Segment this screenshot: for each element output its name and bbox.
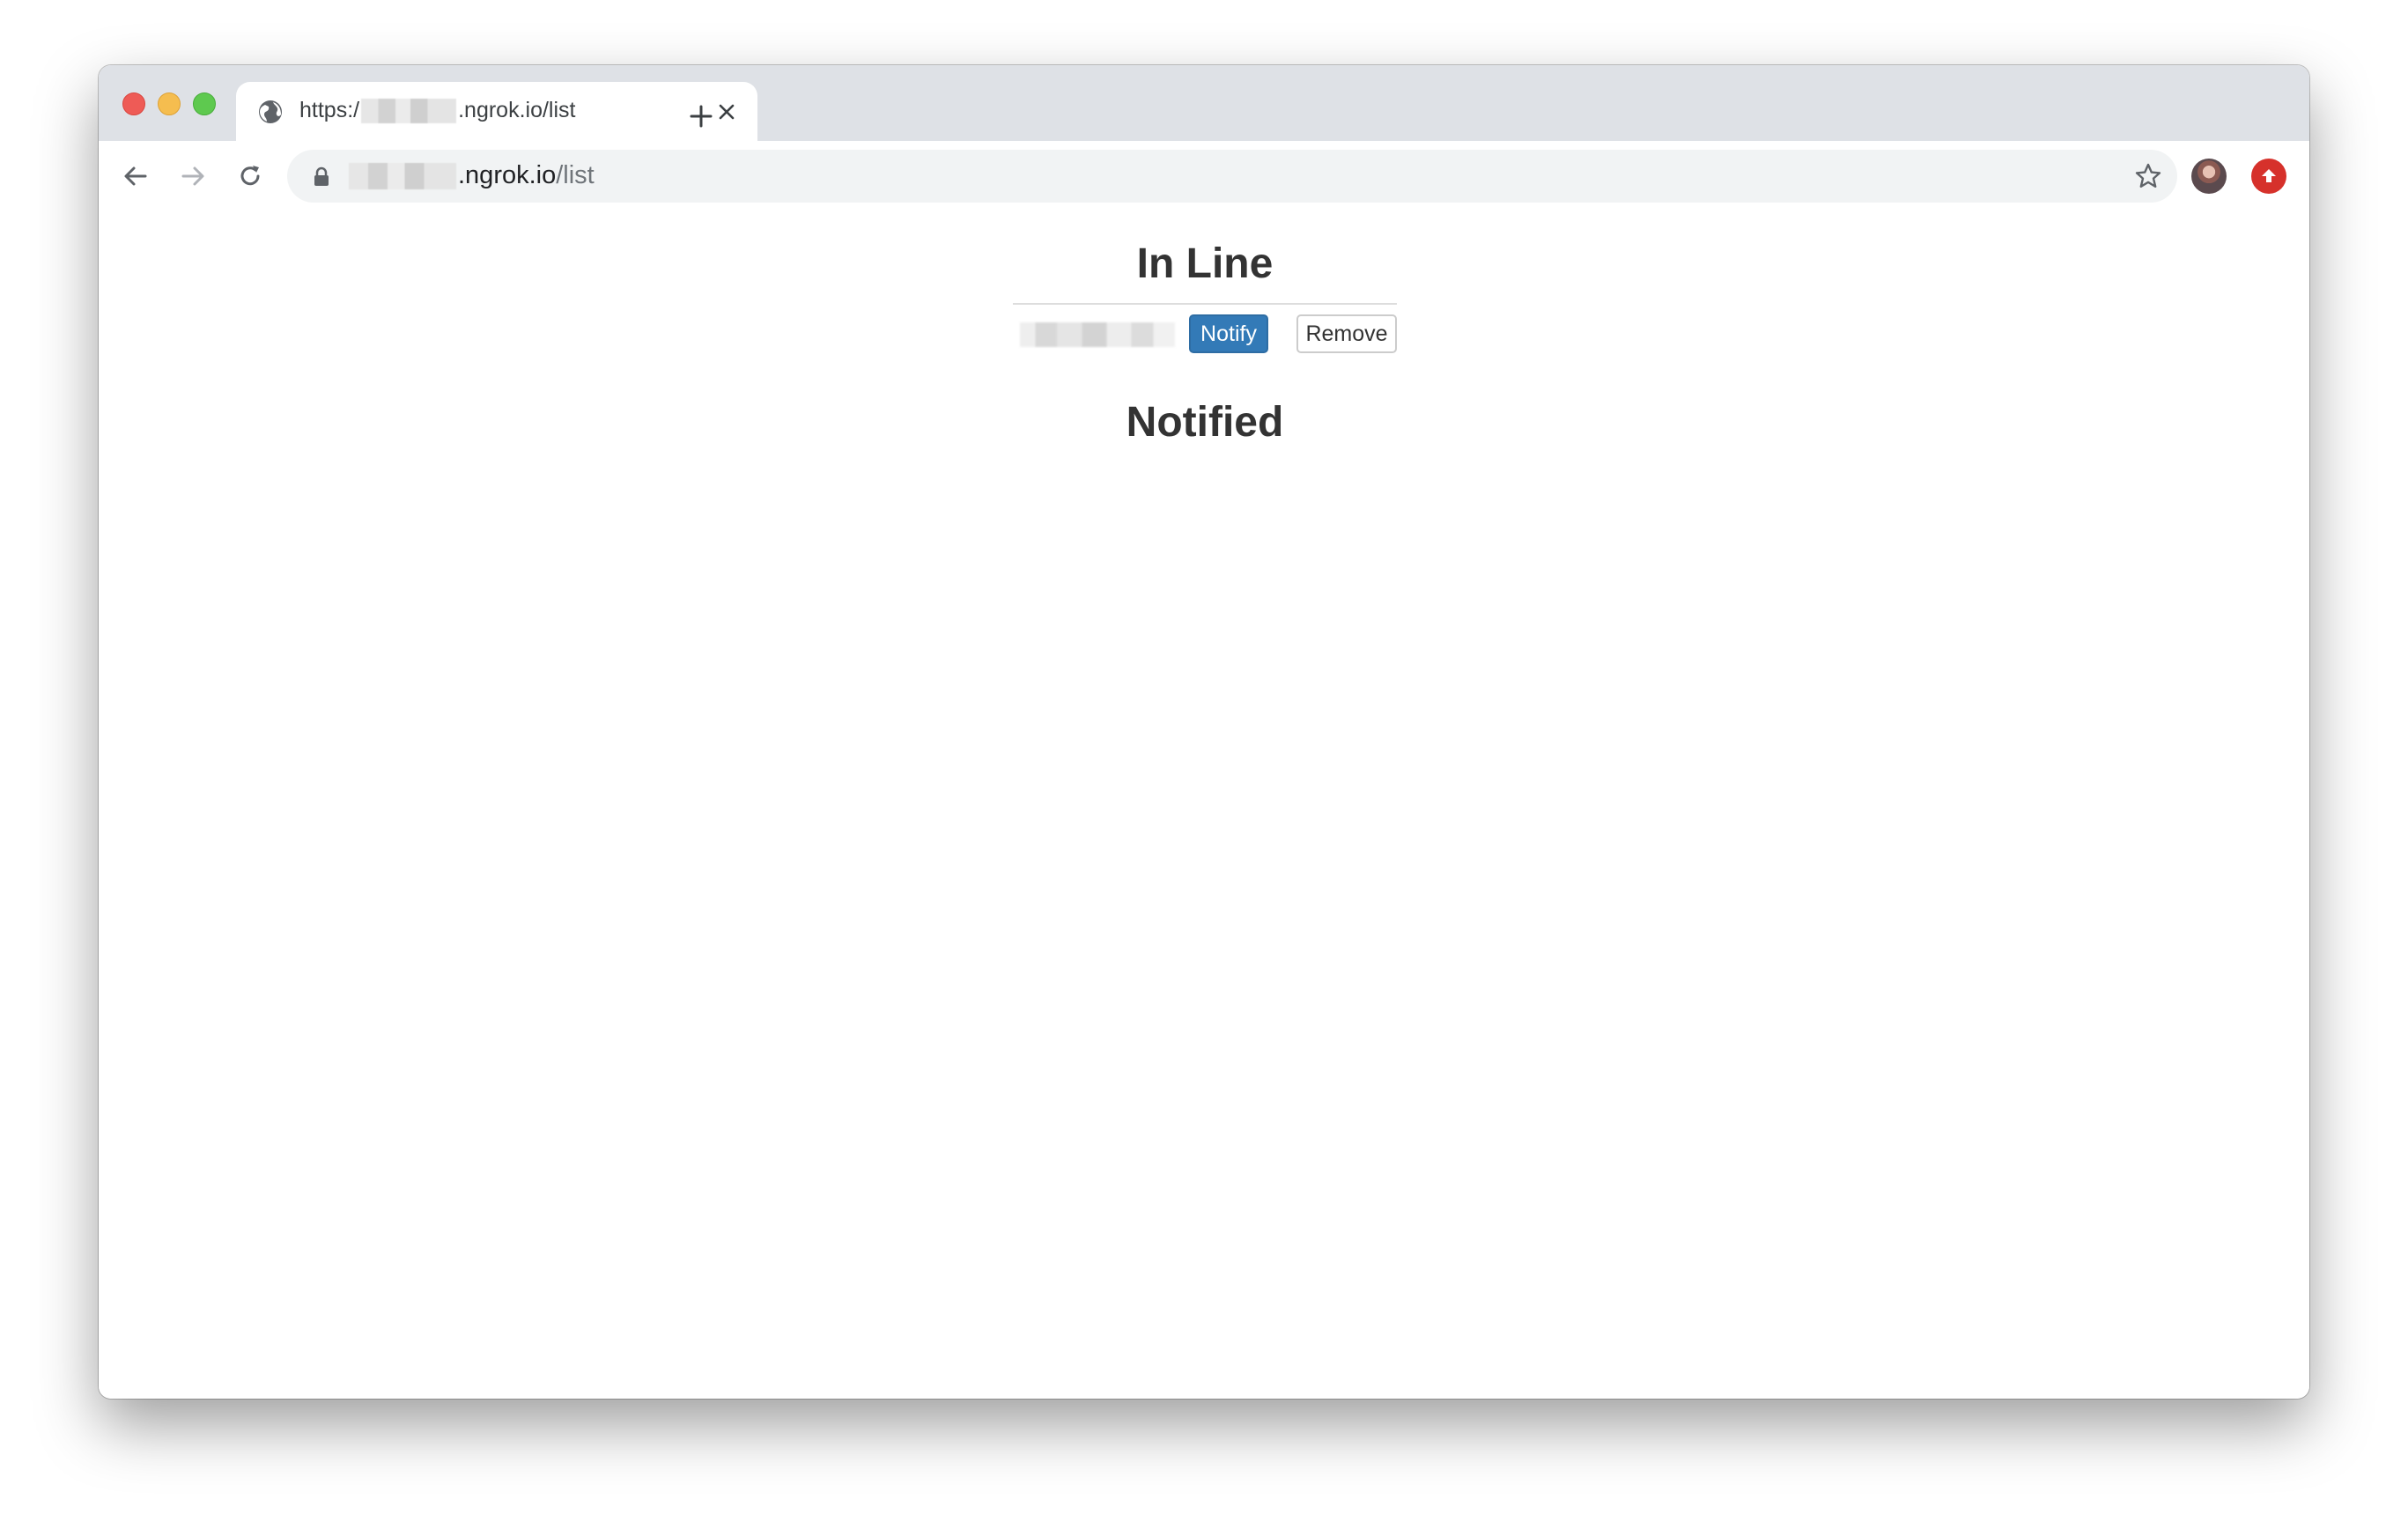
browser-window: https:/ .ngrok.io/list .ngrok.io/list In … [99,65,2309,1399]
notified-heading: Notified [1126,399,1284,446]
avatar[interactable] [2191,159,2227,194]
tab-strip: https:/ .ngrok.io/list [99,65,2309,141]
tab-title-prefix: https:/ [299,98,360,122]
window-maximize-button[interactable] [193,92,216,115]
redacted-host [361,99,457,124]
reload-icon[interactable] [231,157,270,196]
redacted-subdomain [349,163,456,190]
window-close-button[interactable] [122,92,145,115]
plus-icon[interactable] [683,99,719,134]
url-text: .ngrok.io/list [349,161,595,190]
list-item: Notify Remove [1013,314,1397,355]
arrow-right-icon[interactable] [174,157,212,196]
globe-icon [257,99,284,125]
address-bar[interactable]: .ngrok.io/list [287,150,2177,203]
in-line-heading: In Line [1136,240,1274,287]
page-content: In Line Notify Remove Notified [99,206,2309,1399]
url-path: /list [556,161,595,189]
star-icon[interactable] [2133,161,2163,191]
upload-arrow-icon[interactable] [2251,159,2286,194]
divider [1013,303,1397,305]
tab-title: https:/ .ngrok.io/list [299,98,576,124]
active-tab[interactable]: https:/ .ngrok.io/list [236,82,757,141]
window-minimize-button[interactable] [158,92,181,115]
url-host: .ngrok.io [458,161,557,189]
arrow-left-icon[interactable] [116,157,155,196]
redacted-entry-name [1020,322,1175,347]
tab-title-suffix: .ngrok.io/list [458,98,576,122]
remove-button[interactable]: Remove [1296,314,1397,353]
lock-icon [314,166,329,186]
notify-button[interactable]: Notify [1189,314,1268,353]
